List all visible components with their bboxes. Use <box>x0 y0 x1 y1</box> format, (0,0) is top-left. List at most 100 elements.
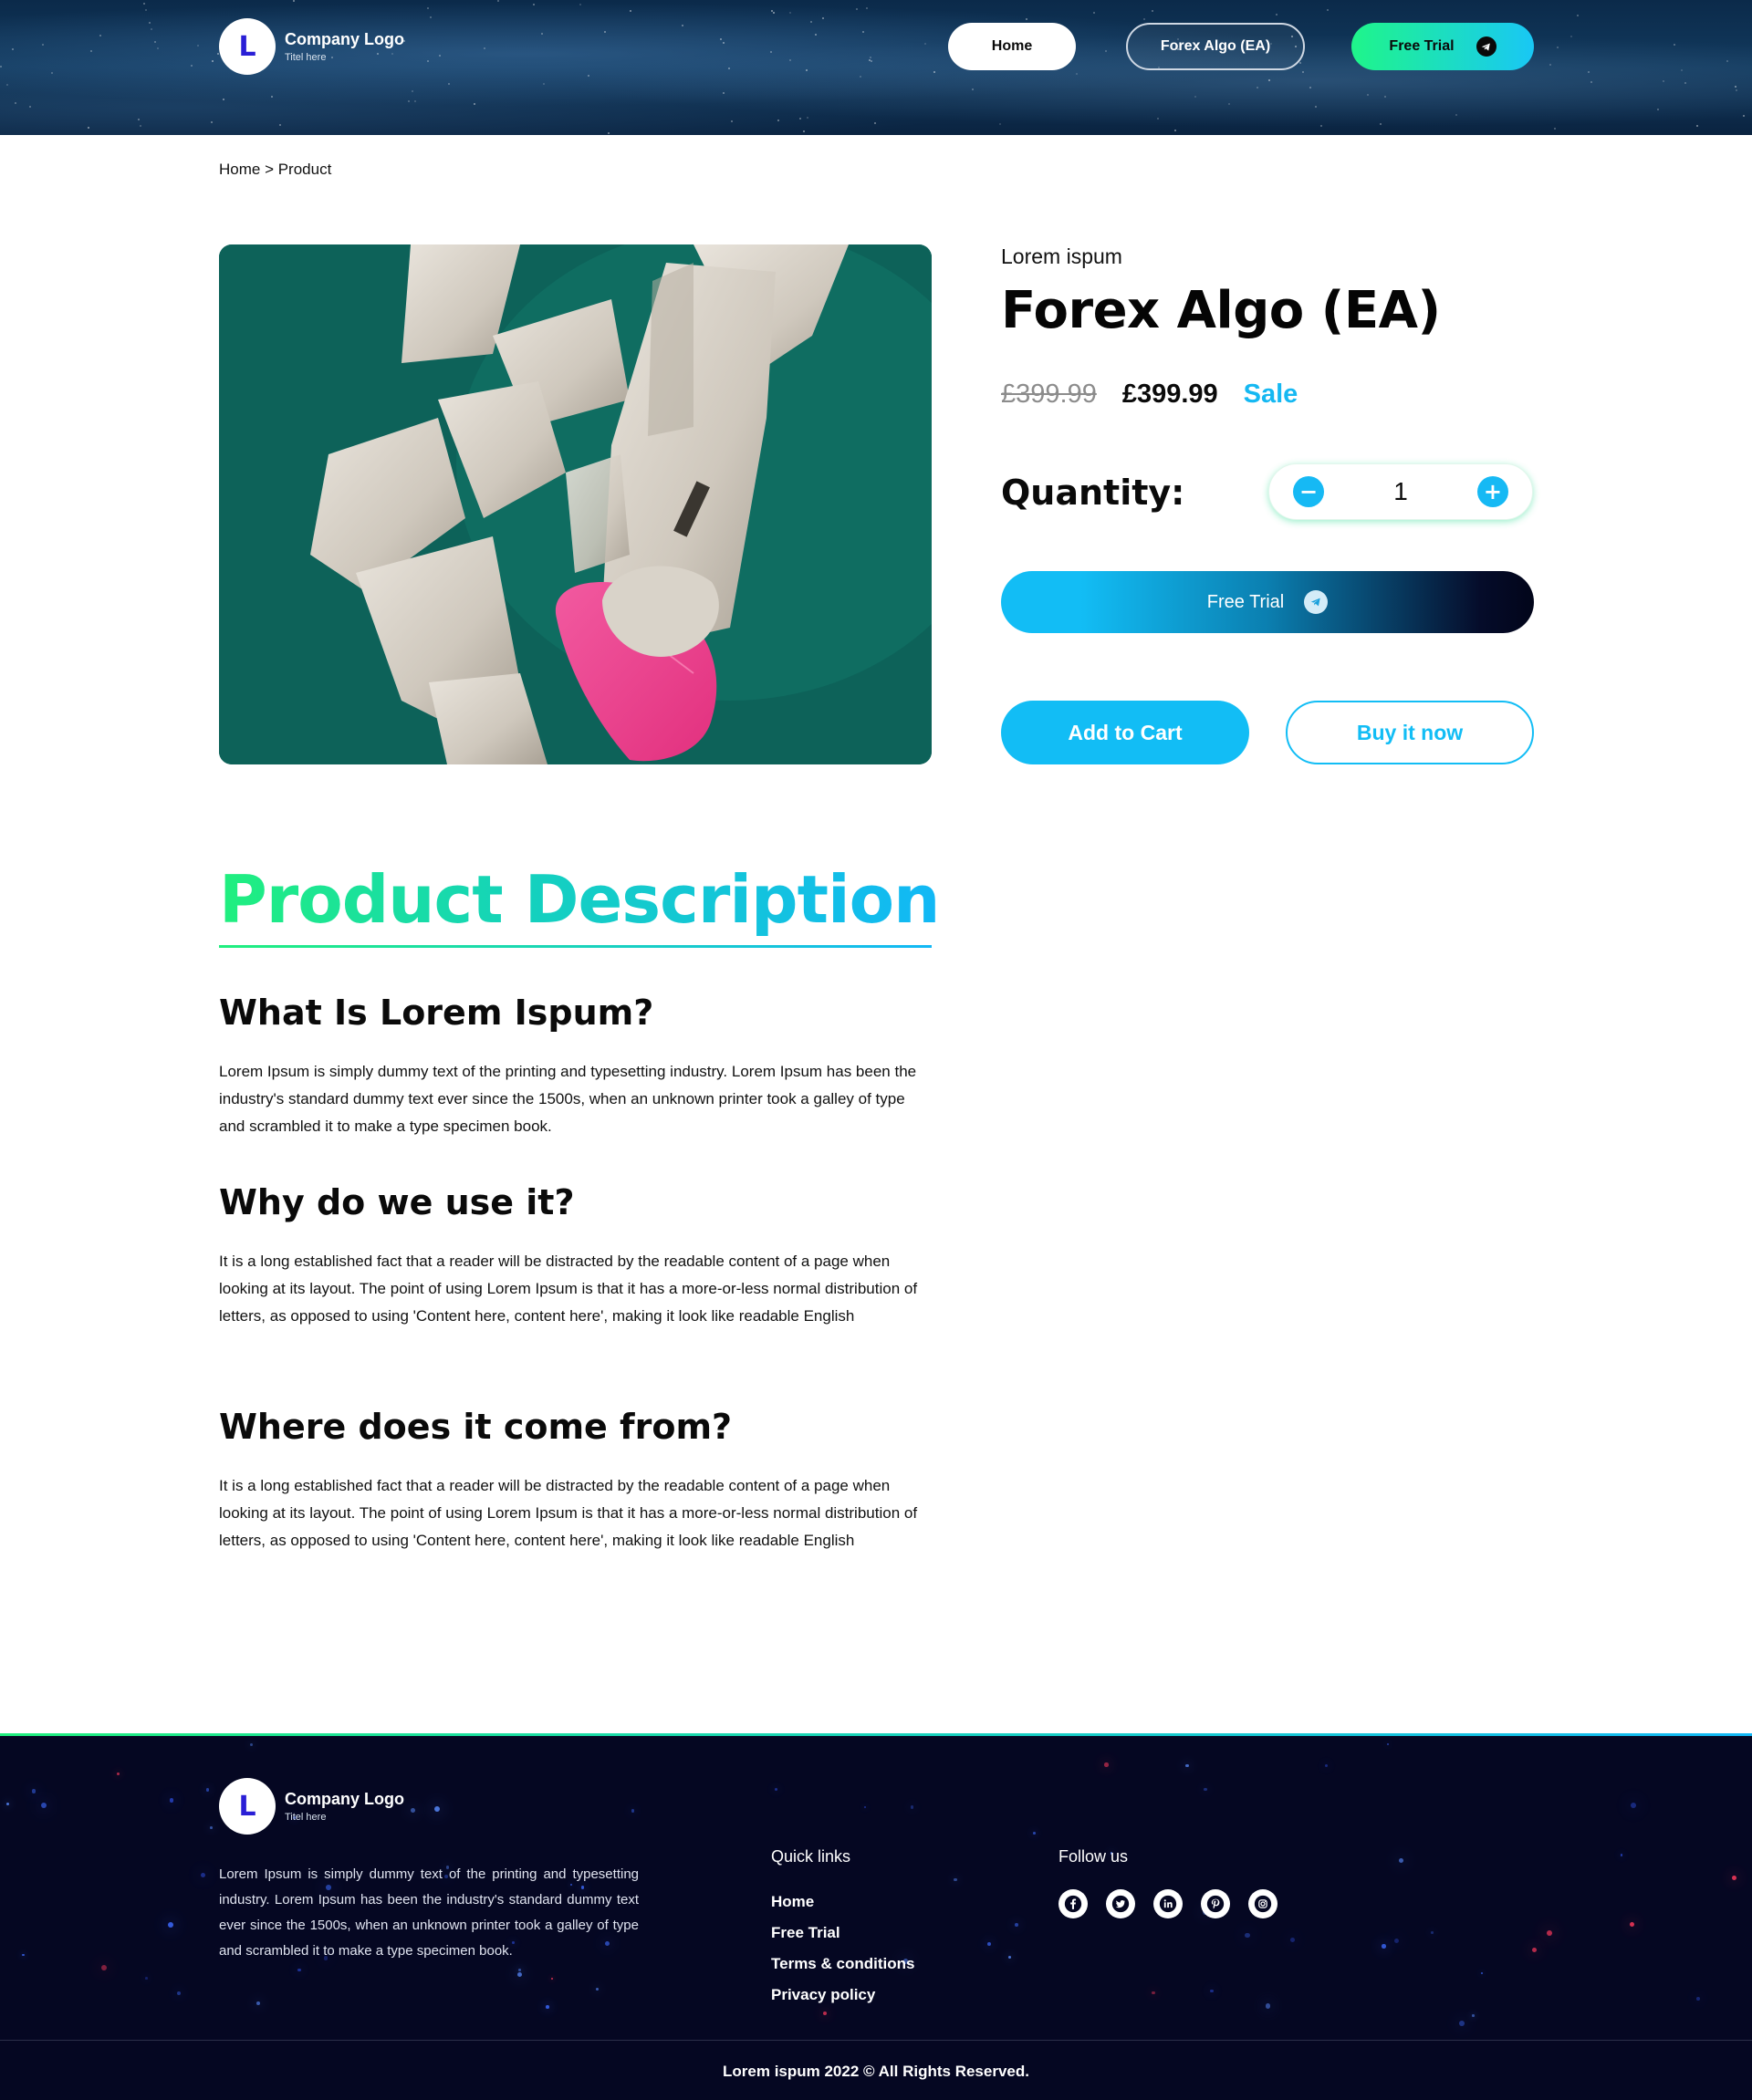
star <box>88 126 90 129</box>
star <box>1386 1742 1390 1746</box>
star <box>788 12 791 15</box>
star <box>256 2001 261 2006</box>
star <box>447 83 450 86</box>
star <box>1696 125 1699 128</box>
section-body: It is a long established fact that a rea… <box>219 1477 918 1549</box>
star <box>1245 1932 1250 1939</box>
star <box>143 3 146 5</box>
star <box>631 1809 635 1813</box>
star <box>910 1805 914 1809</box>
nav-free-trial-button[interactable]: Free Trial <box>1351 23 1534 70</box>
star <box>546 2005 549 2009</box>
star <box>1684 82 1687 85</box>
star <box>865 6 868 9</box>
star <box>90 49 93 52</box>
star <box>1227 103 1230 106</box>
star <box>1472 2014 1475 2017</box>
free-trial-button[interactable]: Free Trial <box>1001 571 1534 633</box>
footer-link-free-trial[interactable]: Free Trial <box>771 1924 840 1942</box>
quantity-label: Quantity: <box>1001 473 1185 513</box>
star <box>1459 2020 1465 2026</box>
star <box>1673 44 1675 47</box>
star <box>210 121 213 124</box>
star <box>1662 80 1664 83</box>
product-title: Forex Algo (EA) <box>1001 281 1441 340</box>
star <box>1734 86 1736 88</box>
star <box>40 1802 47 1808</box>
star <box>1152 1991 1155 1995</box>
star <box>722 91 725 94</box>
star <box>22 1953 25 1957</box>
star <box>1382 1944 1386 1949</box>
star <box>1204 1787 1207 1791</box>
star <box>1480 1971 1484 1975</box>
star <box>177 1991 182 1995</box>
description-heading: Product Description <box>219 861 940 938</box>
star <box>873 122 876 125</box>
header-logo[interactable]: L Company Logo Titel here <box>219 18 404 75</box>
logo-icon: L <box>219 1778 276 1835</box>
star <box>730 120 733 123</box>
star <box>806 69 808 72</box>
star <box>1152 10 1154 13</box>
footer-link-home[interactable]: Home <box>771 1893 814 1911</box>
star <box>924 42 927 45</box>
star <box>156 47 159 50</box>
product-image <box>219 244 932 764</box>
price-original: £399.99 <box>1001 379 1097 409</box>
logo-subtitle: Titel here <box>285 52 327 63</box>
pinterest-icon[interactable] <box>1201 1889 1230 1918</box>
star <box>1743 114 1746 117</box>
star <box>278 124 281 127</box>
star <box>297 1968 302 1972</box>
star <box>1695 1996 1701 2001</box>
star <box>1735 88 1737 91</box>
add-to-cart-button[interactable]: Add to Cart <box>1001 701 1249 764</box>
star <box>137 119 140 121</box>
star <box>145 1977 148 1980</box>
facebook-icon[interactable] <box>1058 1889 1088 1918</box>
twitter-icon[interactable] <box>1106 1889 1135 1918</box>
star <box>1366 93 1369 96</box>
star <box>249 1743 253 1747</box>
quantity-value[interactable]: 1 <box>1393 477 1408 506</box>
footer-logo[interactable]: L Company Logo Titel here <box>219 1778 404 1835</box>
star <box>145 9 148 12</box>
star <box>426 6 429 9</box>
star <box>1104 1762 1109 1767</box>
star <box>1620 1854 1622 1856</box>
nav-forex-button[interactable]: Forex Algo (EA) <box>1126 23 1305 70</box>
star <box>871 59 873 62</box>
footer-link-terms[interactable]: Terms & conditions <box>771 1955 914 1973</box>
star <box>789 59 792 62</box>
section-body: Lorem Ipsum is simply dummy text of the … <box>219 1063 917 1135</box>
star <box>1657 108 1660 110</box>
linkedin-icon[interactable] <box>1153 1889 1183 1918</box>
star <box>270 95 273 98</box>
star <box>5 1802 9 1805</box>
buy-now-button[interactable]: Buy it now <box>1286 701 1534 764</box>
star <box>972 88 975 90</box>
logo-subtitle: Titel here <box>285 1812 327 1823</box>
footer-link-privacy[interactable]: Privacy policy <box>771 1986 875 2004</box>
copyright-text: Lorem ispum 2022 © All Rights Reserved. <box>723 2063 1029 2080</box>
star <box>1014 1923 1018 1928</box>
quantity-increase-button[interactable]: + <box>1476 476 1508 507</box>
site-header: L Company Logo Titel here Home Forex Alg… <box>0 0 1752 135</box>
star <box>408 99 411 102</box>
star <box>211 59 214 62</box>
robot-hand-illustration <box>219 244 932 764</box>
quantity-decrease-button[interactable]: − <box>1293 476 1324 507</box>
breadcrumb[interactable]: Home > Product <box>219 161 331 179</box>
star <box>821 16 824 19</box>
star <box>1076 72 1079 75</box>
instagram-icon[interactable] <box>1248 1889 1278 1918</box>
star <box>191 64 193 67</box>
star <box>0 66 3 68</box>
nav-home-button[interactable]: Home <box>948 23 1076 70</box>
social-links <box>1058 1889 1278 1918</box>
telegram-icon <box>1304 590 1329 614</box>
star <box>1194 95 1196 98</box>
star <box>1726 59 1729 62</box>
star <box>588 75 590 78</box>
